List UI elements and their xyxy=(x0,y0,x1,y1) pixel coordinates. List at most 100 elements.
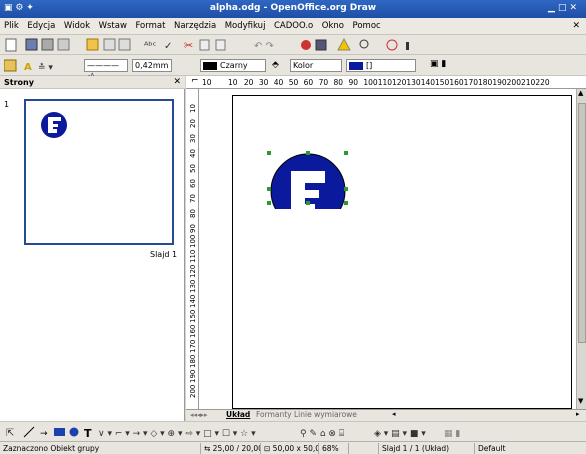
line-color-select[interactable]: Czarny xyxy=(200,59,266,72)
vertical-ruler[interactable]: 10 20 30 40 50 60 70 80 90 100 110 120 130 140 150 160 1… xyxy=(186,89,199,409)
hruler-tick: 30 xyxy=(258,78,269,87)
hruler-tick: 10 xyxy=(227,78,238,87)
close-document-icon[interactable]: ✕ xyxy=(572,21,580,31)
svg-text:▦ ▮: ▦ ▮ xyxy=(444,429,460,439)
menu-format[interactable]: Format xyxy=(132,18,168,31)
svg-text:ᴬᵇᶜ: ᴬᵇᶜ xyxy=(144,41,157,52)
menu-insert[interactable]: Wstaw xyxy=(96,18,130,31)
vertical-scrollbar[interactable]: ▲ ▼ xyxy=(576,89,586,409)
area-color-swatch xyxy=(349,61,363,70)
hruler-tick: 90 xyxy=(348,78,358,87)
svg-text:⇱: ⇱ xyxy=(6,428,14,439)
svg-text:≛ ▾: ≛ ▾ xyxy=(38,62,53,73)
vruler-tick: 20 xyxy=(189,119,197,128)
svg-text:T: T xyxy=(84,427,92,439)
hruler-tick: 50 xyxy=(288,78,299,87)
drawing-tool-icons: ⇱ → T ∨ ▾ ⌐ ▾ → ▾ ◇ ▾ ⊕ ▾ ⇨ ▾ □ ▾ ☐ ▾ ☆ … xyxy=(6,426,460,439)
vruler-tick: 70 xyxy=(189,194,197,203)
thumbnail-logo xyxy=(41,112,67,138)
line-tool-icons: A ≛ ▾ xyxy=(4,59,53,73)
vruler-tick: 120 xyxy=(189,265,197,278)
line-color-label: Czarny xyxy=(220,61,248,70)
menu-tools[interactable]: Narzędzia xyxy=(171,18,219,31)
menu-help[interactable]: Pomoc xyxy=(350,18,384,31)
vruler-tick: 40 xyxy=(189,149,197,158)
vruler-tick: 90 xyxy=(189,224,197,233)
slide-number: 1 xyxy=(4,100,10,109)
vruler-tick: 60 xyxy=(189,179,197,188)
menu-edit[interactable]: Edycja xyxy=(24,18,58,31)
hruler-tick: 210 xyxy=(520,78,536,87)
pages-pane-header: Strony ✕ xyxy=(0,76,185,89)
slide-caption: Slajd 1 xyxy=(150,250,178,259)
line-fill-toolbar: A ≛ ▾ ———— ‹◊ 0,42mm Czarny ⬘ Kolor [] ▣… xyxy=(0,55,586,81)
hruler-tick: 170 xyxy=(463,78,478,87)
scroll-down-icon[interactable]: ▼ xyxy=(578,397,583,405)
svg-text:◈ ▾ ▤ ▾ ■ ▾: ◈ ▾ ▤ ▾ ■ ▾ xyxy=(374,429,426,439)
vruler-tick: 200 xyxy=(189,385,197,398)
horizontal-ruler[interactable]: ⌐ 10 10 20 30 40 50 60 70 80 90 10011012… xyxy=(186,76,586,89)
selection-handles-bottom[interactable] xyxy=(265,199,349,209)
hscroll-right-icon[interactable]: ▸ xyxy=(576,410,580,418)
window-controls[interactable]: ▁□✕ xyxy=(548,3,580,13)
vruler-tick: 50 xyxy=(189,164,197,173)
vruler-tick: 160 xyxy=(189,325,197,338)
status-message: Zaznaczono Obiekt grupy xyxy=(3,444,100,453)
line-width-input[interactable]: 0,42mm xyxy=(132,59,172,72)
tab-layout[interactable]: Układ xyxy=(226,410,250,419)
menu-view[interactable]: Widok xyxy=(61,18,93,31)
menu-file[interactable]: Plik xyxy=(0,18,22,31)
hruler-tick: 80 xyxy=(333,78,344,87)
hruler-tick: 100 xyxy=(363,78,378,87)
drawing-toolbar: ⇱ → T ∨ ▾ ⌐ ▾ → ▾ ◇ ▾ ⊕ ▾ ⇨ ▾ □ ▾ ☐ ▾ ☆ … xyxy=(0,421,586,441)
menu-modify[interactable]: Modyfikuj xyxy=(222,18,269,31)
hruler-tick: 160 xyxy=(449,78,464,87)
hruler-tick: 20 xyxy=(243,78,254,87)
scroll-up-icon[interactable]: ▲ xyxy=(578,89,583,97)
position-value: 25,00 / 20,00 xyxy=(212,444,260,453)
position-icon: ⇆ xyxy=(204,444,213,453)
standard-toolbar-icons: ᴬᵇᶜ ✓ ✂ ↶ ↷ xyxy=(5,38,409,52)
tab-controls[interactable]: Formanty xyxy=(256,410,292,419)
area-style-select[interactable]: Kolor xyxy=(290,59,342,72)
svg-text:✂: ✂ xyxy=(184,39,193,52)
hscroll-left-icon[interactable]: ◂ xyxy=(392,410,396,418)
svg-text:→: → xyxy=(40,429,48,439)
status-modified xyxy=(348,443,378,454)
size-value: 50,00 x 50,00 xyxy=(272,444,318,453)
hruler-labels: 10 10 20 30 40 50 60 70 80 90 1001101201… xyxy=(202,78,550,87)
status-layout: Default xyxy=(474,443,586,454)
vruler-tick: 190 xyxy=(189,370,197,383)
scrollbar-thumb[interactable] xyxy=(578,103,586,343)
area-color-select[interactable]: [] xyxy=(346,59,416,72)
line-style-select[interactable]: ———— ‹◊ xyxy=(84,59,128,81)
menu-bar: Plik Edycja Widok Wstaw Format Narzędzia… xyxy=(0,18,586,35)
hruler-tick: 140 xyxy=(420,78,436,87)
vruler-tick: 10 xyxy=(189,104,197,113)
tab-dimension-lines[interactable]: Linie wymiarowe xyxy=(294,410,357,419)
shadow-icon[interactable]: ▣ ▮ xyxy=(430,59,446,69)
hruler-tick: 190 xyxy=(492,78,507,87)
slide-thumbnail[interactable] xyxy=(24,99,174,245)
status-zoom[interactable]: 68% xyxy=(318,443,348,454)
menu-cadoo[interactable]: CADOO.o xyxy=(271,18,316,31)
menu-window[interactable]: Okno xyxy=(319,18,347,31)
svg-text:∨ ▾ ⌐ ▾ → ▾ ◇ ▾ ⊕ ▾ ⇨ ▾ □ ▾ ☐: ∨ ▾ ⌐ ▾ → ▾ ◇ ▾ ⊕ ▾ ⇨ ▾ □ ▾ ☐ ▾ ☆ ▾ xyxy=(98,429,256,439)
hruler-tick: 110 xyxy=(377,78,393,87)
tab-stop-icon[interactable]: ⌐ xyxy=(191,76,199,86)
status-slide: Slajd 1 / 1 (Układ) xyxy=(378,443,474,454)
vruler-tick: 140 xyxy=(189,295,197,308)
area-icon[interactable]: ⬘ xyxy=(272,60,279,70)
vruler-svg: 10 20 30 40 50 60 70 80 90 100 110 120 130 140 150 160 1… xyxy=(189,104,197,398)
close-pane-icon[interactable]: ✕ xyxy=(173,77,181,87)
title-bar: ▣ ⚙ ✦ alpha.odg - OpenOffice.org Draw ▁□… xyxy=(0,0,586,18)
window-title: alpha.odg - OpenOffice.org Draw xyxy=(209,3,377,13)
hruler-tick: 180 xyxy=(478,78,493,87)
line-color-swatch xyxy=(203,61,217,70)
tab-nav-icons[interactable]: ◂◂◂▸▸ xyxy=(190,411,208,419)
hruler-tick: 60 xyxy=(303,78,314,87)
layer-tab-bar: ◂◂◂▸▸ Układ Formanty Linie wymiarowe ◂ ▸ xyxy=(186,409,586,421)
status-position: ⇆ 25,00 / 20,00 xyxy=(200,443,260,454)
drawing-canvas[interactable] xyxy=(199,89,576,409)
standard-toolbar: ᴬᵇᶜ ✓ ✂ ↶ ↷ xyxy=(0,35,586,55)
